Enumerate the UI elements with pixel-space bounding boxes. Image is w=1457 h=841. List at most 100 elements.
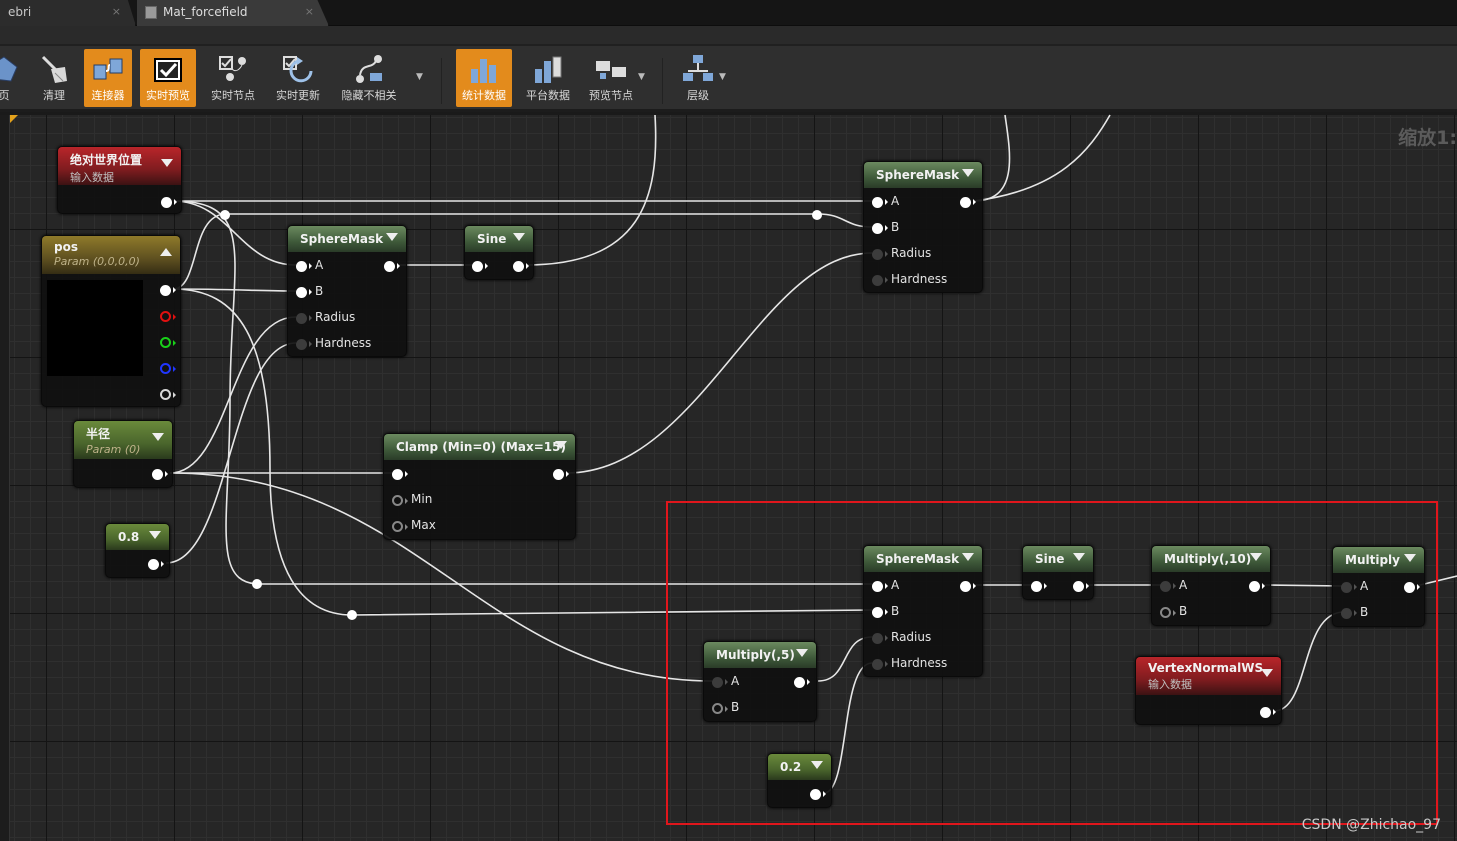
input-pin-hardness[interactable]	[872, 275, 888, 286]
node-header[interactable]: SphereMask	[864, 546, 982, 572]
node-header[interactable]: Multiply(,10)	[1152, 546, 1270, 572]
input-pin-a[interactable]	[872, 581, 888, 592]
input-pin[interactable]	[472, 261, 488, 272]
node-header[interactable]: Sine	[1023, 546, 1093, 572]
node-header[interactable]: Clamp (Min=0) (Max=15)	[384, 434, 575, 460]
collapse-arrow-icon[interactable]	[962, 553, 974, 561]
output-pin-r[interactable]	[160, 311, 176, 322]
output-pin[interactable]	[794, 677, 810, 688]
output-pin[interactable]	[384, 261, 400, 272]
pin-label: B	[1360, 605, 1369, 619]
collapse-arrow-icon[interactable]	[149, 531, 161, 539]
input-pin-radius[interactable]	[296, 313, 312, 324]
node-title: 绝对世界位置	[70, 153, 143, 167]
output-pin[interactable]	[810, 789, 826, 800]
input-pin-b[interactable]	[296, 287, 312, 298]
input-pin-min[interactable]	[392, 495, 408, 506]
node-title: SphereMask	[300, 232, 384, 246]
pin-label: Radius	[891, 246, 932, 260]
input-pin-max[interactable]	[392, 521, 408, 532]
output-pin-rgba[interactable]	[160, 285, 176, 296]
output-pin-a[interactable]	[160, 389, 176, 400]
pin-label: B	[891, 220, 900, 234]
input-pin-a[interactable]	[1160, 581, 1176, 592]
input-pin[interactable]	[392, 469, 408, 480]
collapse-arrow-icon[interactable]	[555, 441, 567, 449]
node-spheremask-bottom[interactable]: SphereMask A B Radius Hardness	[863, 545, 983, 677]
collapse-arrow-icon[interactable]	[513, 233, 525, 241]
input-pin-a[interactable]	[712, 677, 728, 688]
node-header[interactable]: 绝对世界位置 输入数据	[58, 147, 181, 185]
node-header[interactable]: VertexNormalWS 输入数据	[1136, 657, 1281, 695]
node-header[interactable]: Multiply(,5)	[704, 642, 816, 668]
node-header[interactable]: SphereMask	[288, 226, 406, 252]
output-pin-b[interactable]	[160, 363, 176, 374]
watermark: CSDN @Zhichao_97	[1301, 817, 1441, 833]
node-sine-top[interactable]: Sine	[464, 225, 534, 280]
output-pin[interactable]	[152, 469, 168, 480]
input-pin[interactable]	[1031, 581, 1047, 592]
collapse-arrow-icon[interactable]	[811, 761, 823, 769]
node-header[interactable]: SphereMask	[864, 162, 982, 188]
collapse-arrow-icon[interactable]	[1261, 669, 1273, 677]
input-pin-a[interactable]	[872, 197, 888, 208]
node-header[interactable]: Sine	[465, 226, 533, 252]
pin-label: Min	[411, 492, 433, 506]
output-pin[interactable]	[513, 261, 529, 272]
input-pin-hardness[interactable]	[872, 659, 888, 670]
node-multiply-10[interactable]: Multiply(,10) A B	[1151, 545, 1271, 626]
output-pin-g[interactable]	[160, 337, 176, 348]
node-header[interactable]: 0.2	[768, 754, 831, 780]
collapse-arrow-icon[interactable]	[1073, 553, 1085, 561]
input-pin-b[interactable]	[1160, 607, 1176, 618]
input-pin-radius[interactable]	[872, 249, 888, 260]
collapse-arrow-icon[interactable]	[152, 433, 164, 441]
node-pos-param[interactable]: pos Param (0,0,0,0)	[41, 235, 181, 407]
collapse-arrow-icon[interactable]	[386, 233, 398, 241]
collapse-arrow-icon[interactable]	[796, 649, 808, 657]
input-pin-radius[interactable]	[872, 633, 888, 644]
node-constant-0-8[interactable]: 0.8	[105, 523, 170, 578]
node-sine-bottom[interactable]: Sine	[1022, 545, 1094, 600]
collapse-arrow-icon[interactable]	[160, 248, 172, 256]
input-pin-a[interactable]	[1341, 582, 1357, 593]
collapse-arrow-icon[interactable]	[1250, 553, 1262, 561]
node-title: pos	[54, 240, 78, 254]
node-header[interactable]: 半径 Param (0)	[74, 421, 172, 459]
pin-label: B	[891, 604, 900, 618]
node-title: SphereMask	[876, 168, 960, 182]
node-multiply-5[interactable]: Multiply(,5) A B	[703, 641, 817, 722]
input-pin-b[interactable]	[1341, 608, 1357, 619]
node-header[interactable]: 0.8	[106, 524, 169, 550]
node-subtitle: Param (0)	[86, 443, 141, 456]
input-pin-b[interactable]	[872, 223, 888, 234]
node-header[interactable]: pos Param (0,0,0,0)	[42, 236, 180, 274]
input-pin-a[interactable]	[296, 261, 312, 272]
node-spheremask-top[interactable]: SphereMask A B Radius Hardness	[863, 161, 983, 293]
input-pin-hardness[interactable]	[296, 339, 312, 350]
output-pin[interactable]	[148, 559, 164, 570]
node-spheremask-left[interactable]: SphereMask A B Radius Hardness	[287, 225, 407, 357]
output-pin[interactable]	[960, 581, 976, 592]
collapse-arrow-icon[interactable]	[1404, 554, 1416, 562]
input-pin-b[interactable]	[872, 607, 888, 618]
node-header[interactable]: Multiply	[1333, 547, 1424, 573]
node-vertex-normal-ws[interactable]: VertexNormalWS 输入数据	[1135, 656, 1282, 725]
output-pin[interactable]	[1260, 707, 1276, 718]
pin-label: A	[315, 258, 324, 272]
node-radius-param[interactable]: 半径 Param (0)	[73, 420, 173, 488]
output-pin[interactable]	[553, 469, 569, 480]
node-multiply[interactable]: Multiply A B	[1332, 546, 1425, 627]
node-absolute-world-position[interactable]: 绝对世界位置 输入数据	[57, 146, 182, 214]
collapse-arrow-icon[interactable]	[161, 159, 173, 167]
output-pin[interactable]	[1404, 582, 1420, 593]
output-pin[interactable]	[960, 197, 976, 208]
node-constant-0-2[interactable]: 0.2	[767, 753, 832, 808]
node-clamp[interactable]: Clamp (Min=0) (Max=15) Min Max	[383, 433, 576, 540]
output-pin[interactable]	[1249, 581, 1265, 592]
collapse-arrow-icon[interactable]	[962, 169, 974, 177]
output-pin[interactable]	[1073, 581, 1089, 592]
node-title: 0.2	[780, 760, 802, 774]
output-pin[interactable]	[161, 197, 177, 208]
input-pin-b[interactable]	[712, 703, 728, 714]
